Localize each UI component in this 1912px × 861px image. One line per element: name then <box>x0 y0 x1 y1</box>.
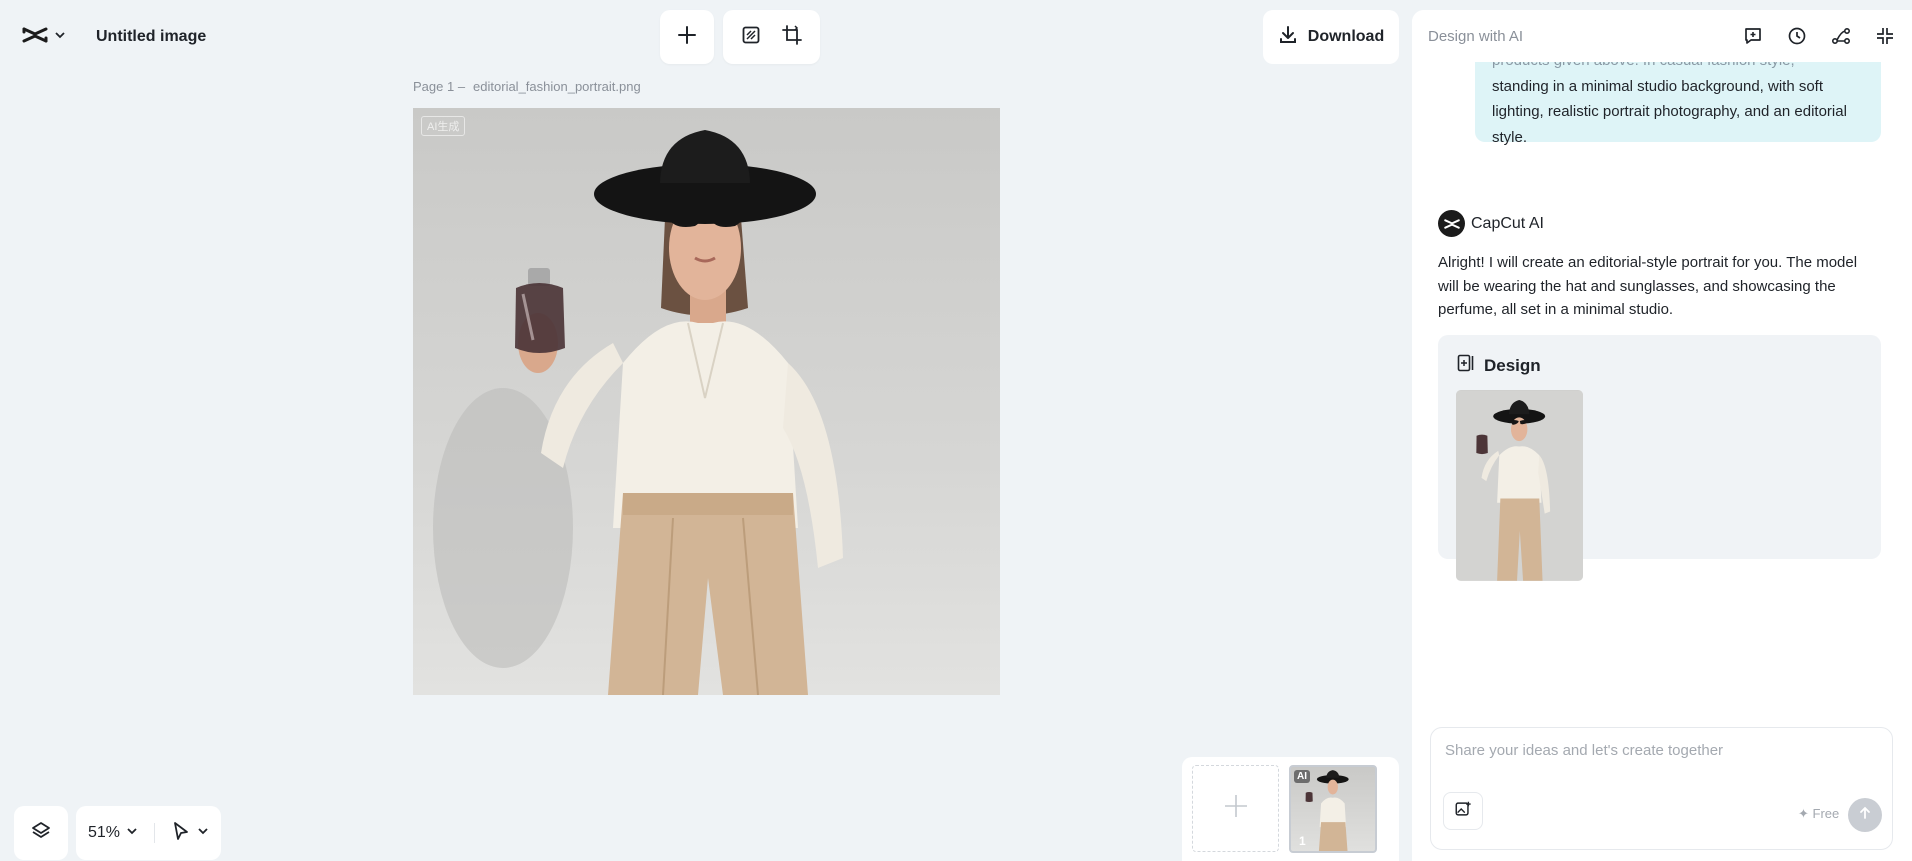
add-page-button[interactable] <box>1192 765 1279 852</box>
zoom-controls: 51% <box>76 806 221 860</box>
plus-icon <box>1223 793 1249 824</box>
design-thumbnail-image <box>1456 390 1583 581</box>
layers-button[interactable] <box>14 806 68 860</box>
edit-toolbar <box>723 10 820 64</box>
capcut-ai-avatar <box>1438 210 1465 237</box>
panel-header-actions <box>1742 25 1896 47</box>
canvas-image[interactable]: AI生成 <box>413 108 1000 695</box>
prompt-input[interactable] <box>1445 742 1875 759</box>
image-upload-icon <box>1454 800 1472 823</box>
collapse-icon[interactable] <box>1874 25 1896 47</box>
design-icon <box>1456 353 1476 378</box>
page-thumbnail[interactable]: AI 1 <box>1289 765 1377 853</box>
attach-image-button[interactable] <box>1443 792 1483 830</box>
top-left-bar: Untitled image <box>22 22 206 52</box>
layers-icon <box>31 821 51 846</box>
pointer-tool-icon[interactable] <box>171 821 191 846</box>
ai-generated-tag: AI生成 <box>421 116 466 136</box>
design-thumbnail[interactable] <box>1456 390 1583 581</box>
send-button[interactable] <box>1848 798 1882 832</box>
design-title: Design <box>1484 355 1541 375</box>
logo-menu-button[interactable] <box>22 25 66 50</box>
design-card-header: Design <box>1456 353 1541 378</box>
divider <box>154 823 155 843</box>
ai-badge: AI <box>1294 770 1310 783</box>
share-flow-icon[interactable] <box>1830 25 1852 47</box>
fashion-portrait-illustration <box>433 130 843 695</box>
arrow-up-icon <box>1858 806 1872 825</box>
capcut-logo-icon <box>22 25 48 50</box>
prompt-input-box: ✦ Free <box>1430 727 1893 850</box>
download-label: Download <box>1307 28 1385 45</box>
ai-reply-text: Alright! I will create an editorial-styl… <box>1438 254 1858 318</box>
plus-icon <box>677 25 697 50</box>
pointer-chevron-down-icon[interactable] <box>197 824 209 842</box>
panel-header: Design with AI <box>1412 10 1912 62</box>
resize-button[interactable] <box>737 23 765 51</box>
chevron-down-icon <box>54 28 66 46</box>
history-icon[interactable] <box>1786 25 1808 47</box>
document-title[interactable]: Untitled image <box>96 28 206 46</box>
download-button[interactable]: Download <box>1263 10 1399 64</box>
panel-title: Design with AI <box>1428 27 1524 45</box>
ai-name: CapCut AI <box>1471 214 1544 232</box>
ai-message-header: CapCut AI <box>1438 210 1544 237</box>
zoom-value[interactable]: 51% <box>88 824 120 842</box>
zoom-chevron-down-icon[interactable] <box>126 824 138 842</box>
page-number: 1 <box>1299 834 1306 848</box>
add-toolbar <box>660 10 714 64</box>
user-message-text: standing in a minimal studio background,… <box>1492 77 1847 146</box>
new-chat-icon[interactable] <box>1742 25 1764 47</box>
aspect-ratio-icon <box>741 25 761 50</box>
page-label: Page 1 – editorial_fashion_portrait.png <box>413 79 641 94</box>
free-label: ✦ Free <box>1798 806 1840 821</box>
add-element-button[interactable] <box>674 23 700 51</box>
crop-button[interactable] <box>779 23 807 51</box>
file-name-label: editorial_fashion_portrait.png <box>473 79 641 94</box>
page-number-label: Page 1 – <box>413 79 466 94</box>
crop-icon <box>782 24 803 50</box>
pages-strip: AI 1 <box>1182 757 1399 861</box>
download-icon <box>1278 25 1298 50</box>
app-root: Untitled image Download Page 1 – editori… <box>0 0 1912 861</box>
